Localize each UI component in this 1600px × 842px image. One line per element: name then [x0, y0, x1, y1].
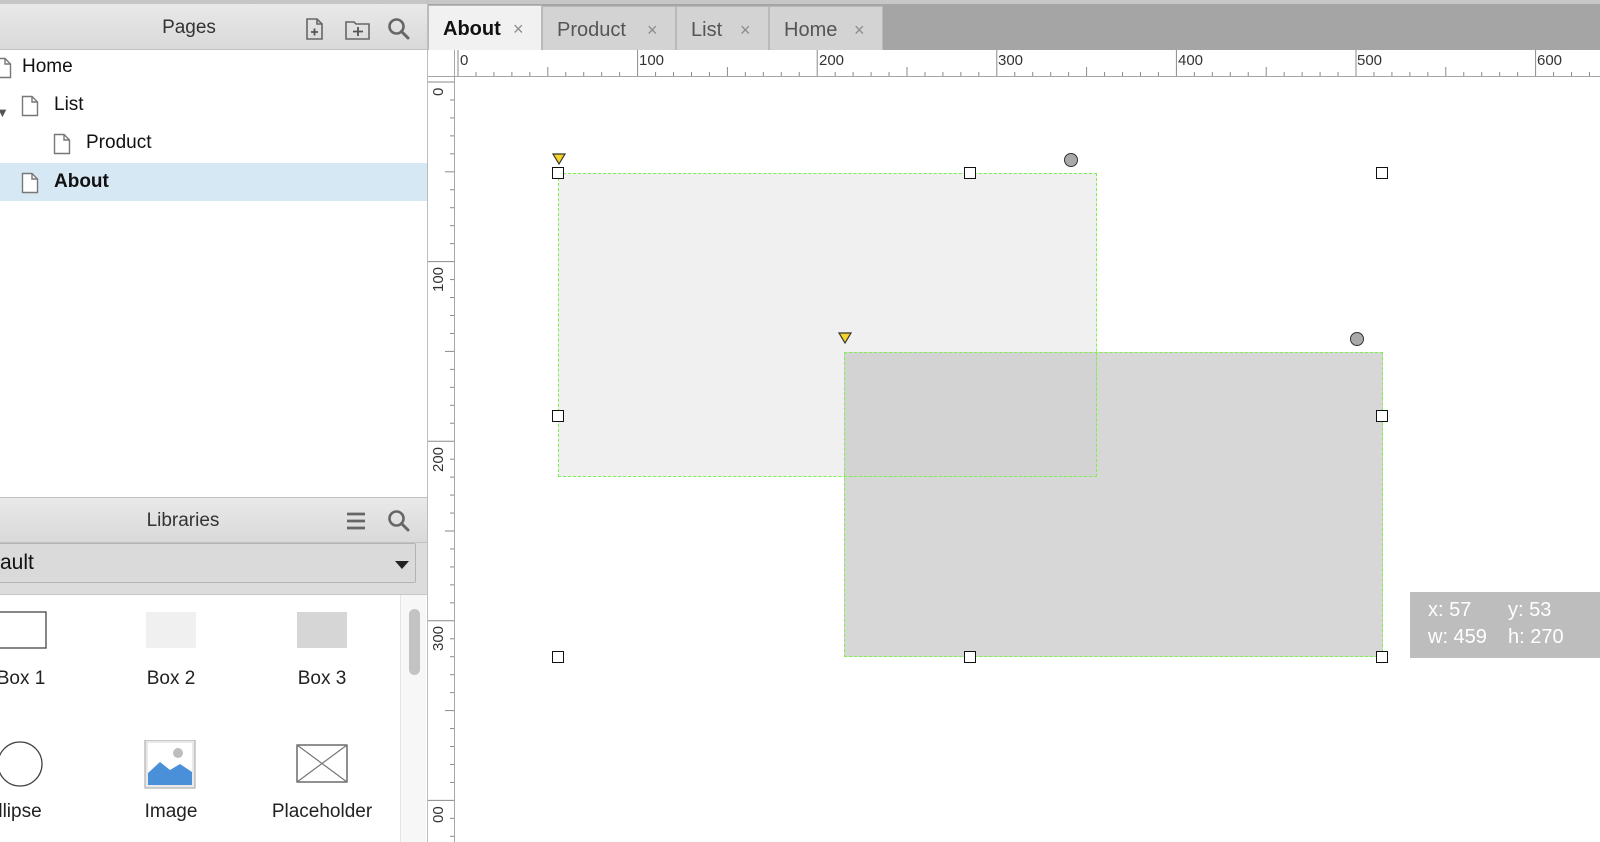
pages-panel: Pages Home ▼ List Product About — [0, 0, 428, 508]
page-item-list[interactable]: ▼ List — [0, 86, 427, 124]
horizontal-ruler-ticks: 0 100 200 300 400 500 600 — [457, 50, 1590, 76]
ruler-label: 100 — [430, 267, 447, 292]
vertical-ruler-ticks: 0 100 200 300 00 — [428, 81, 454, 837]
add-folder-icon[interactable] — [344, 16, 372, 42]
ruler-label: 200 — [430, 447, 447, 472]
tab-label: Product — [557, 19, 626, 41]
add-page-icon[interactable] — [302, 16, 328, 42]
close-icon[interactable]: × — [647, 20, 658, 41]
vertical-ruler: 0 100 200 300 00 — [428, 77, 455, 842]
search-icon[interactable] — [386, 508, 412, 534]
geometry-info-tooltip: x: 57 y: 53 w: 459 h: 270 — [1410, 592, 1600, 658]
page-label: List — [54, 94, 84, 115]
light-box-overlap-edge — [1096, 352, 1097, 477]
library-item-label: Placeholder — [271, 801, 373, 822]
library-select-bar: ault — [0, 543, 427, 595]
light-box-overlap-edge — [844, 476, 1097, 477]
page-item-about[interactable]: About — [0, 163, 427, 201]
library-item-label: Box 2 — [146, 668, 196, 689]
tab-label: List — [691, 19, 723, 41]
ruler-label: 500 — [1357, 52, 1382, 69]
ruler-label: 300 — [430, 626, 447, 651]
close-icon[interactable]: × — [854, 20, 865, 41]
search-icon[interactable] — [386, 16, 412, 42]
info-y: y: 53 — [1508, 599, 1552, 621]
libraries-panel: Libraries ault Box 1 Box 2 Box 3 llipse — [0, 497, 428, 842]
ruler-label: 00 — [430, 806, 447, 823]
image-icon — [144, 740, 196, 789]
page-icon — [0, 57, 12, 79]
horizontal-ruler: 0 100 200 300 400 500 600 — [428, 50, 1600, 77]
box-outline-icon — [0, 611, 47, 649]
ruler-label: 0 — [460, 52, 468, 69]
resize-handle-bottom-left[interactable] — [552, 651, 564, 663]
resize-handle-top-right[interactable] — [1376, 167, 1388, 179]
ruler-label: 200 — [819, 52, 844, 69]
ruler-label: 400 — [1178, 52, 1203, 69]
library-item-label: Box 3 — [297, 668, 347, 689]
ellipse-icon — [0, 741, 43, 787]
info-w: w: 459 — [1428, 626, 1487, 648]
tab-product[interactable]: Product × — [542, 6, 676, 52]
rotate-handle[interactable] — [1064, 153, 1078, 167]
tab-home[interactable]: Home × — [769, 6, 883, 52]
library-select-value: ault — [0, 551, 34, 574]
info-h: h: 270 — [1508, 626, 1564, 648]
design-canvas[interactable]: x: 57 y: 53 w: 459 h: 270 — [455, 77, 1600, 842]
page-label: About — [54, 171, 109, 192]
ruler-label: 600 — [1537, 52, 1562, 69]
menu-icon[interactable] — [343, 508, 369, 534]
page-label: Product — [86, 132, 152, 153]
document-tab-bar: About × Product × List × Home × — [428, 0, 1600, 54]
box-gray-icon — [297, 612, 347, 648]
resize-handle-left[interactable] — [552, 410, 564, 422]
pages-header: Pages — [0, 0, 427, 50]
canvas-shape-gray-box[interactable] — [844, 352, 1383, 657]
libraries-title: Libraries — [146, 510, 220, 531]
close-icon[interactable]: × — [740, 20, 751, 41]
box-light-icon — [146, 612, 196, 648]
anchor-triangle-icon[interactable] — [838, 331, 852, 345]
page-item-product[interactable]: Product — [0, 124, 427, 162]
tab-list[interactable]: List × — [676, 6, 769, 52]
placeholder-icon — [296, 744, 348, 783]
rotate-handle[interactable] — [1350, 332, 1364, 346]
library-item-label: Box 1 — [0, 668, 46, 689]
resize-handle-top[interactable] — [964, 167, 976, 179]
ruler-corner — [428, 50, 455, 77]
info-x: x: 57 — [1428, 599, 1472, 621]
resize-handle-bottom-right[interactable] — [1376, 651, 1388, 663]
resize-handle-right[interactable] — [1376, 410, 1388, 422]
anchor-triangle-icon[interactable] — [552, 152, 566, 166]
ruler-label: 100 — [639, 52, 664, 69]
page-icon — [21, 172, 39, 194]
tab-label: Home — [784, 19, 838, 41]
libraries-header: Libraries — [0, 497, 427, 543]
close-icon[interactable]: × — [513, 19, 524, 40]
tab-about[interactable]: About × — [428, 5, 542, 54]
page-icon — [53, 133, 71, 155]
resize-handle-bottom[interactable] — [964, 651, 976, 663]
page-label: Home — [22, 56, 73, 77]
ruler-label: 300 — [998, 52, 1023, 69]
resize-handle-top-left[interactable] — [552, 167, 564, 179]
library-item-label: llipse — [0, 801, 42, 822]
library-scrollbar[interactable] — [400, 595, 426, 842]
library-scroll-thumb[interactable] — [409, 609, 420, 675]
page-icon — [21, 95, 39, 117]
page-item-home[interactable]: Home — [0, 48, 427, 86]
library-select[interactable]: ault — [0, 543, 416, 583]
chevron-down-icon — [395, 561, 409, 569]
tab-label: About — [443, 18, 501, 40]
library-item-label: Image — [144, 801, 198, 822]
ruler-label: 0 — [430, 88, 447, 96]
